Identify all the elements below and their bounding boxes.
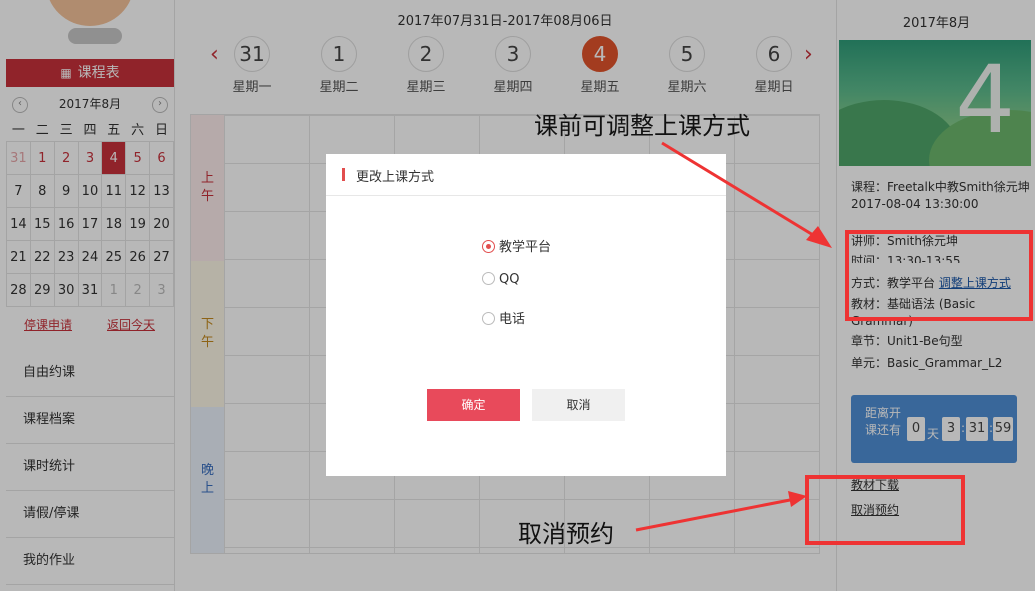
arrow-line <box>635 498 791 532</box>
arrow-head <box>788 491 807 507</box>
arrow-head <box>806 226 832 248</box>
annotation-adjust-note: 课前可调整上课方式 <box>534 112 750 140</box>
annotation-cancel-note: 取消预约 <box>518 520 614 548</box>
annotation-arrows <box>635 141 832 532</box>
arrow-line <box>661 141 819 240</box>
